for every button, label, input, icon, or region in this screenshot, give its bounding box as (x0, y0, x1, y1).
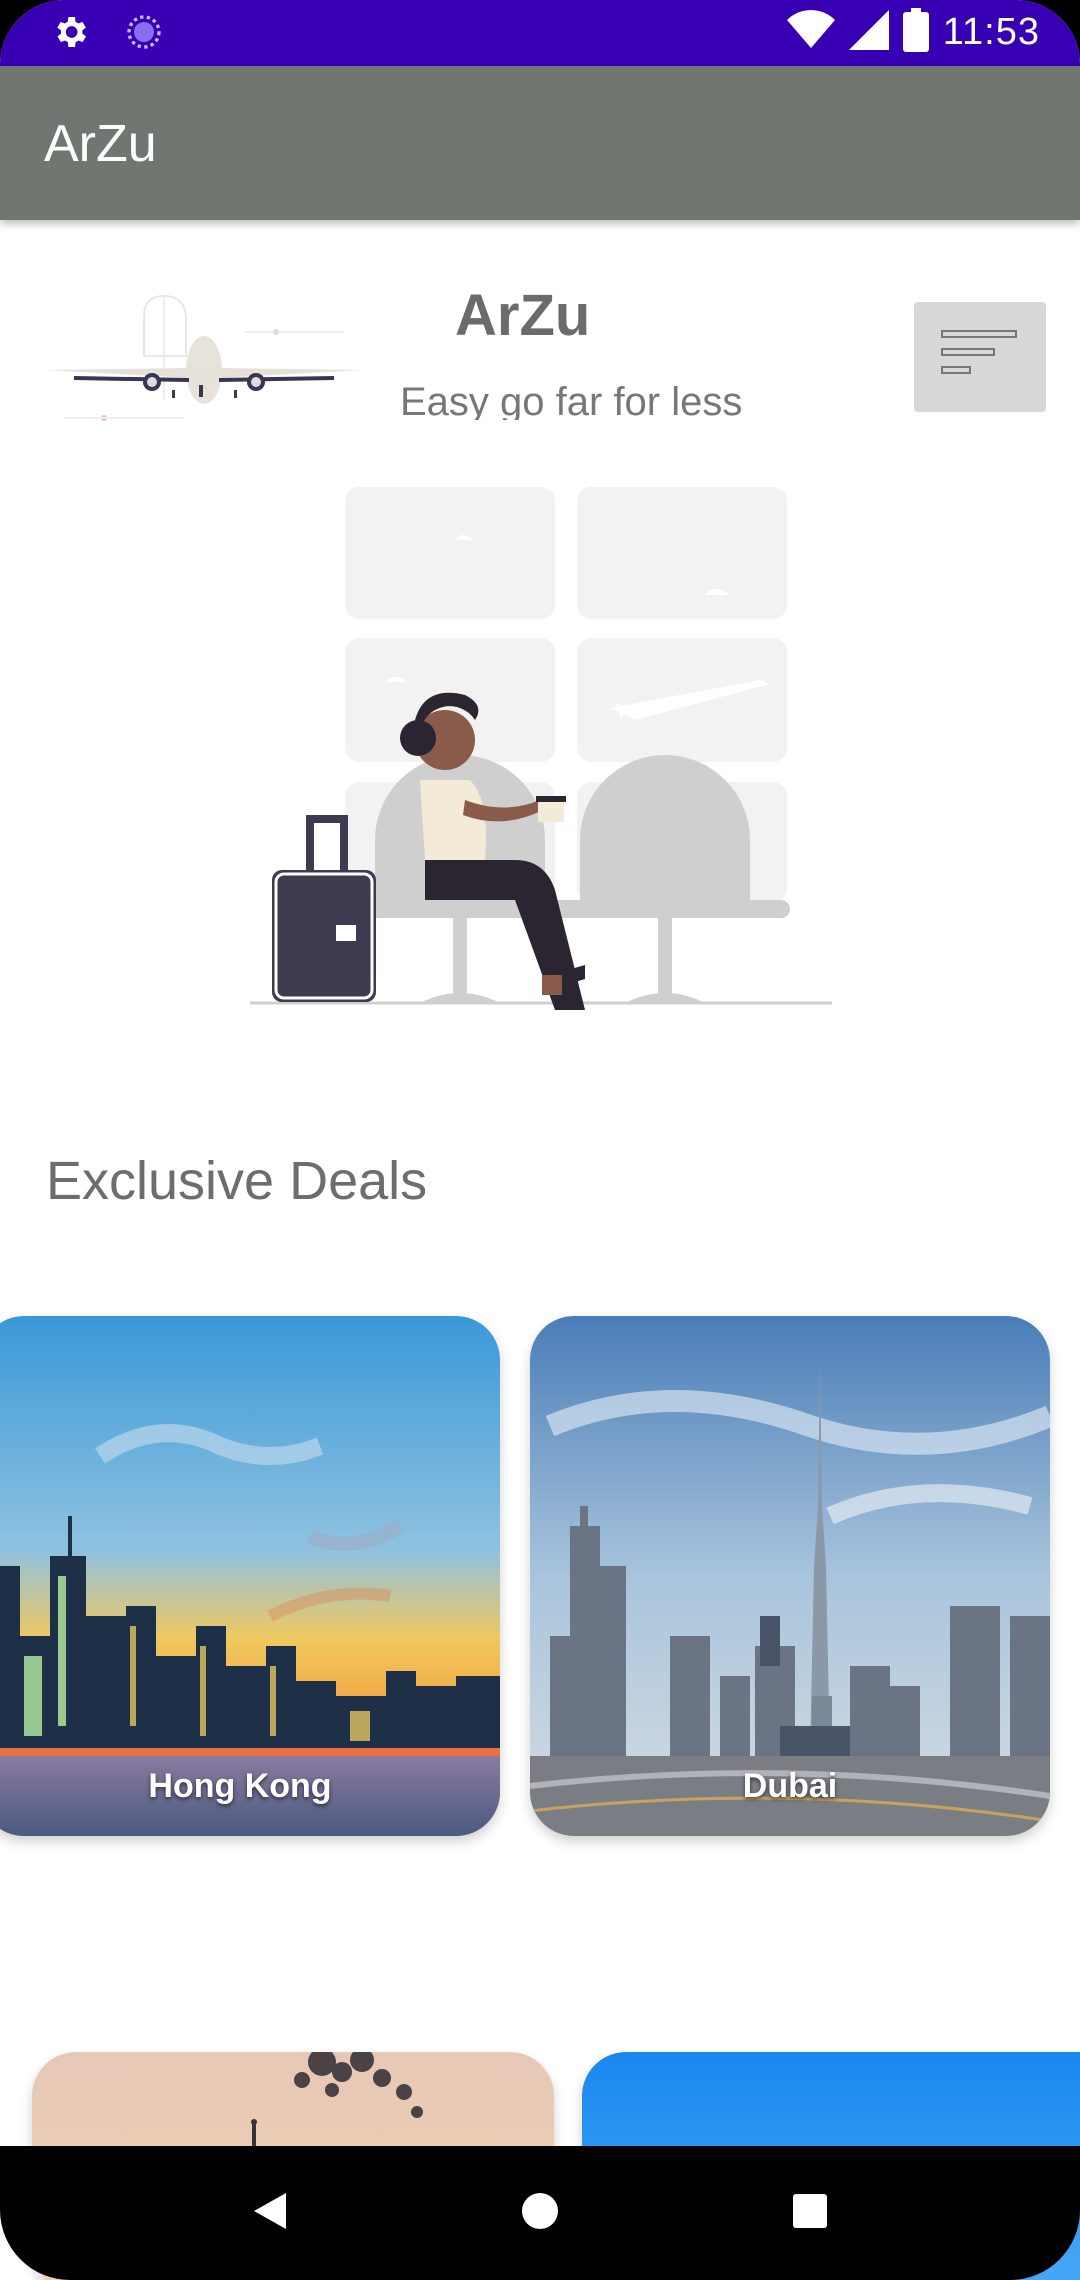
header-row: ArZu Easy go far for less (0, 220, 1080, 421)
battery-icon (902, 8, 929, 57)
signal-icon (848, 10, 889, 55)
wifi-icon (786, 10, 835, 55)
deal-card-label: Dubai (742, 1767, 838, 1805)
status-bar: 11:53 (0, 0, 1080, 66)
circle-sync-icon (124, 12, 164, 57)
dubai-image (530, 1316, 1050, 1836)
status-time: 11:53 (942, 11, 1040, 53)
traveler-waiting-illustration (240, 470, 840, 1010)
menu-button[interactable] (914, 302, 1046, 412)
header-title: ArZu (455, 283, 591, 348)
deal-card-label: Hong Kong (148, 1767, 332, 1805)
home-button[interactable] (510, 2183, 570, 2243)
home-icon (520, 2191, 560, 2236)
system-nav-bar (0, 2146, 1080, 2280)
airplane-image (44, 290, 364, 440)
recents-icon (792, 2193, 828, 2234)
filter-lines-icon (940, 325, 1020, 390)
recents-button[interactable] (780, 2183, 840, 2243)
deal-card-dubai[interactable]: Dubai (530, 1316, 1050, 1836)
deal-card-hong-kong[interactable]: Hong Kong (0, 1316, 500, 1836)
app-bar-title: ArZu (44, 115, 157, 173)
back-icon (252, 2191, 288, 2236)
app-bar: ArZu (0, 66, 1080, 220)
deals-section-title: Exclusive Deals (46, 1151, 428, 1211)
header-subtitle: Easy go far for less (400, 380, 743, 420)
hong-kong-image (0, 1316, 500, 1836)
screen: 11:53 ArZu ArZu Easy go far for less Exc… (0, 0, 1080, 2280)
gear-icon (50, 12, 90, 57)
back-button[interactable] (240, 2183, 300, 2243)
